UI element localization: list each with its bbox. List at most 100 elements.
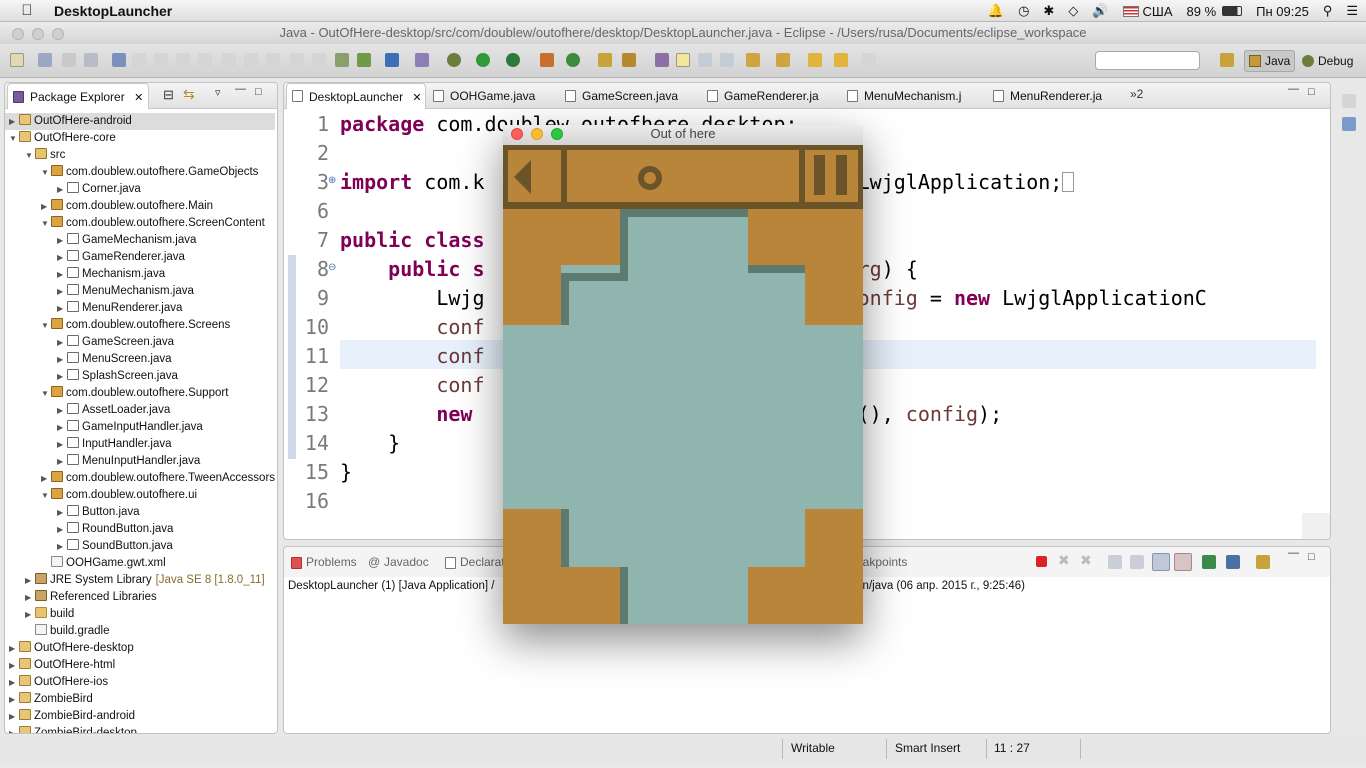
tree-item[interactable]: ▶ SoundButton.java: [5, 538, 275, 555]
block-selection-icon[interactable]: [698, 53, 712, 67]
collapsed-twistie-icon[interactable]: ▶: [57, 283, 67, 300]
flag-usa-icon[interactable]: [1122, 5, 1139, 17]
tree-item[interactable]: ▶ MenuInputHandler.java: [5, 453, 275, 470]
save-all-icon[interactable]: [62, 53, 76, 67]
tree-item[interactable]: ▼ OutOfHere-core: [5, 130, 275, 147]
code-line[interactable]: }: [340, 460, 352, 484]
tree-item[interactable]: ▶ GameRenderer.java: [5, 249, 275, 266]
minimize-editor-icon[interactable]: —: [1288, 83, 1299, 95]
close-icon[interactable]: ✕: [412, 92, 421, 104]
tree-item[interactable]: ▶ ZombieBird: [5, 691, 275, 708]
sound-ring-icon[interactable]: [638, 166, 662, 190]
menubar-clock[interactable]: Пн 09:25: [1256, 4, 1309, 19]
code-line[interactable]: }: [340, 431, 400, 455]
window-zoom-button[interactable]: [52, 28, 64, 40]
tree-item[interactable]: ▶ GameScreen.java: [5, 334, 275, 351]
gradle-download-icon[interactable]: [335, 53, 349, 67]
open-console-menu-icon[interactable]: [1256, 555, 1270, 569]
collapsed-twistie-icon[interactable]: ▶: [57, 181, 67, 198]
open-type-icon[interactable]: [598, 53, 612, 67]
collapsed-twistie-icon[interactable]: ▶: [25, 606, 35, 623]
collapsed-twistie-icon[interactable]: ▶: [9, 725, 19, 733]
expanded-twistie-icon[interactable]: ▼: [41, 215, 51, 232]
tree-item[interactable]: ▶ Mechanism.java: [5, 266, 275, 283]
open-perspective-icon[interactable]: [1220, 53, 1234, 67]
tree-item[interactable]: ▶ Button.java: [5, 504, 275, 521]
disconnect-icon[interactable]: [198, 53, 212, 67]
tree-item[interactable]: ▼ com.doublew.outofhere.ui: [5, 487, 275, 504]
tree-item[interactable]: ▶ MenuMechanism.java: [5, 283, 275, 300]
collapsed-twistie-icon[interactable]: ▶: [57, 368, 67, 385]
expanded-twistie-icon[interactable]: ▼: [41, 164, 51, 181]
collapsed-twistie-icon[interactable]: ▶: [41, 198, 51, 215]
tree-item[interactable]: ▼ com.doublew.outofhere.ScreenContent: [5, 215, 275, 232]
terminate-icon[interactable]: [176, 53, 190, 67]
terminate-console-icon[interactable]: [1036, 556, 1047, 567]
step-into-icon[interactable]: [222, 53, 236, 67]
tree-item[interactable]: ▶ SplashScreen.java: [5, 368, 275, 385]
expanded-twistie-icon[interactable]: ▼: [25, 147, 35, 164]
collapsed-twistie-icon[interactable]: ▶: [57, 249, 67, 266]
expanded-twistie-icon[interactable]: ▼: [41, 385, 51, 402]
expanded-twistie-icon[interactable]: ▼: [41, 317, 51, 334]
maximize-editor-icon[interactable]: □: [1308, 86, 1315, 98]
folded-imports-icon[interactable]: [1062, 172, 1075, 192]
remove-launch-icon[interactable]: ✖: [1058, 552, 1070, 569]
tree-item[interactable]: ▼ src: [5, 147, 275, 164]
previous-annotation-icon[interactable]: [776, 53, 790, 67]
minimize-console-icon[interactable]: —: [1288, 547, 1299, 559]
fold-collapse-icon[interactable]: ⊖: [328, 262, 336, 273]
collapsed-twistie-icon[interactable]: ▶: [57, 538, 67, 555]
print-icon[interactable]: [84, 53, 98, 67]
game-close-button[interactable]: [511, 128, 523, 140]
collapsed-twistie-icon[interactable]: ▶: [57, 504, 67, 521]
tree-item[interactable]: ▶ RoundButton.java: [5, 521, 275, 538]
collapsed-twistie-icon[interactable]: ▶: [9, 113, 19, 130]
collapsed-twistie-icon[interactable]: ▶: [57, 521, 67, 538]
tab-breakpoints[interactable]: eakpoints: [856, 550, 907, 574]
clear-console-icon[interactable]: [1108, 555, 1122, 569]
battery-percent[interactable]: 89 %: [1187, 4, 1217, 19]
window-minimize-button[interactable]: [32, 28, 44, 40]
collapsed-twistie-icon[interactable]: ▶: [57, 351, 67, 368]
expanded-twistie-icon[interactable]: ▼: [9, 130, 19, 147]
expanded-twistie-icon[interactable]: ▼: [41, 487, 51, 504]
quick-access-input[interactable]: [1095, 51, 1200, 70]
editor-tab-oohgame[interactable]: OOHGame.java: [428, 84, 535, 108]
perspective-java-button[interactable]: Java: [1244, 50, 1296, 72]
forward-history-icon[interactable]: [862, 53, 876, 67]
tree-item[interactable]: ▶ MenuRenderer.java: [5, 300, 275, 317]
save-icon[interactable]: [38, 53, 52, 67]
tree-item[interactable]: ▶ GameInputHandler.java: [5, 419, 275, 436]
app-menu-name[interactable]: DesktopLauncher: [54, 3, 172, 19]
drop-to-frame-icon[interactable]: [290, 53, 304, 67]
collapsed-twistie-icon[interactable]: ▶: [57, 419, 67, 436]
tree-item[interactable]: ▶ com.doublew.outofhere.TweenAccessors: [5, 470, 275, 487]
collapsed-twistie-icon[interactable]: ▶: [57, 334, 67, 351]
collapsed-twistie-icon[interactable]: ▶: [9, 708, 19, 725]
forward-icon[interactable]: [834, 53, 848, 67]
collapse-all-icon[interactable]: ⊟: [163, 87, 174, 103]
editor-tab-overflow[interactable]: »2: [1130, 87, 1143, 101]
tree-item[interactable]: ▶ InputHandler.java: [5, 436, 275, 453]
game-window[interactable]: Out of here: [503, 125, 863, 624]
scroll-lock-icon[interactable]: [1130, 555, 1144, 569]
collapsed-twistie-icon[interactable]: ▶: [57, 232, 67, 249]
collapsed-twistie-icon[interactable]: ▶: [57, 402, 67, 419]
tree-item[interactable]: ▶ AssetLoader.java: [5, 402, 275, 419]
tab-problems[interactable]: Problems: [286, 550, 357, 574]
minimize-view-icon[interactable]: —: [235, 83, 246, 95]
collapsed-twistie-icon[interactable]: ▶: [9, 640, 19, 657]
apple-menu-icon[interactable]: : [0, 2, 54, 19]
tree-item[interactable]: ▶ Referenced Libraries: [5, 589, 275, 606]
tab-javadoc[interactable]: @ Javadoc: [364, 550, 429, 574]
tree-item[interactable]: ▶ OutOfHere-ios: [5, 674, 275, 691]
time-machine-icon[interactable]: ◷: [1018, 3, 1029, 19]
editor-tab-desktoplauncher[interactable]: DesktopLauncher ✕: [286, 83, 426, 109]
fold-expand-icon[interactable]: ⊕: [328, 175, 336, 186]
collapsed-twistie-icon[interactable]: ▶: [57, 436, 67, 453]
gradle-build-icon[interactable]: [357, 53, 371, 67]
debug-bug-icon[interactable]: [447, 53, 461, 67]
notification-center-icon[interactable]: ☰: [1346, 3, 1358, 19]
new-class-icon[interactable]: [566, 53, 580, 67]
